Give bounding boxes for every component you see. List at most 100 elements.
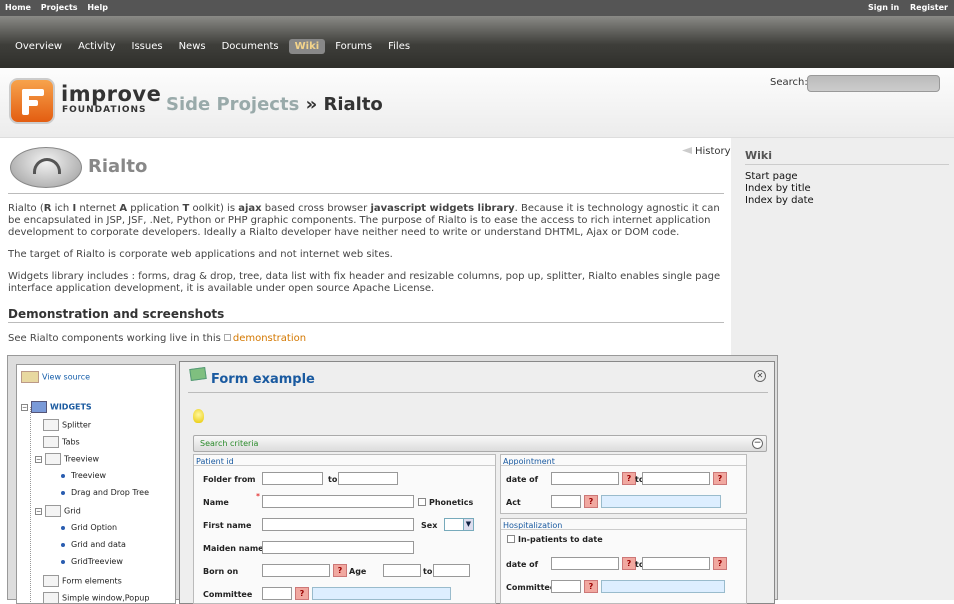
help-icon[interactable]: ? [295, 587, 309, 600]
tree-node[interactable]: Form elements [43, 575, 122, 587]
tree-node[interactable]: Grid and data [61, 540, 126, 549]
tree-node[interactable]: − WIDGETS [21, 401, 92, 413]
hospital-date-to-input[interactable] [642, 557, 710, 570]
dropdown-arrow-icon: ▼ [463, 519, 473, 530]
tree-node[interactable]: Tabs [43, 436, 80, 448]
history-link[interactable]: History [682, 146, 731, 157]
menu-tab-issues[interactable]: Issues [126, 39, 169, 54]
improve-logo[interactable] [9, 78, 55, 124]
help-icon[interactable]: ? [713, 472, 727, 485]
top-link-projects[interactable]: Projects [41, 3, 78, 12]
tree-node[interactable]: − Treeview [35, 453, 99, 465]
help-icon[interactable]: ? [584, 580, 598, 593]
menu-tab-forums[interactable]: Forums [329, 39, 378, 54]
component-icon [43, 575, 59, 587]
tree-node-label: Form elements [62, 576, 122, 586]
search-criteria-bar[interactable]: Search criteria − [193, 435, 767, 452]
bullet-icon [61, 473, 65, 478]
menu-tab-documents[interactable]: Documents [216, 39, 285, 54]
collapse-icon[interactable]: − [21, 403, 28, 411]
title-separator: » [299, 94, 324, 115]
sidebar-link-index-by-date[interactable]: Index by date [745, 195, 814, 207]
collapse-icon[interactable]: − [35, 507, 42, 515]
folder-from-input[interactable] [262, 472, 323, 485]
book-icon [21, 371, 39, 383]
help-icon[interactable]: ? [622, 557, 636, 570]
tree-node-label: Treeview [64, 454, 100, 464]
rialto-logo-title: Rialto [88, 156, 148, 177]
tree-node[interactable]: Treeview [61, 471, 106, 480]
folder-to-input[interactable] [338, 472, 398, 485]
collapse-icon[interactable]: − [35, 455, 42, 463]
bullet-icon [61, 525, 65, 530]
lightbulb-icon [193, 409, 204, 423]
page-title: Side Projects » Rialto [166, 94, 383, 115]
close-icon[interactable]: ✕ [754, 370, 766, 382]
tree-node[interactable]: Splitter [43, 419, 91, 431]
sex-select[interactable]: ▼ [444, 518, 474, 531]
sign-in-link[interactable]: Sign in [868, 3, 899, 12]
bullet-icon [61, 559, 65, 564]
register-link[interactable]: Register [910, 3, 948, 12]
sidebar-title: Wiki [745, 149, 772, 162]
in-patients-checkbox[interactable] [507, 535, 515, 543]
history-label: History [695, 146, 731, 157]
tree-node[interactable]: Grid Option [61, 523, 117, 532]
component-icon [43, 436, 59, 448]
name-input[interactable] [262, 495, 414, 508]
first-name-input[interactable] [262, 518, 414, 531]
widgets-paragraph: Widgets library includes : forms, drag &… [8, 271, 721, 294]
menu-tab-news[interactable]: News [173, 39, 212, 54]
history-icon [682, 147, 692, 154]
component-icon [43, 419, 59, 431]
age-to-input[interactable] [433, 564, 470, 577]
age-from-input[interactable] [383, 564, 421, 577]
main-menu: Overview Activity Issues News Documents Wiki F… [0, 16, 954, 68]
rialto-screenshot: View source − WIDGETS Splitter Tabs − Treevie… [7, 355, 778, 604]
help-icon[interactable]: ? [713, 557, 727, 570]
sidebar-link-start-page[interactable]: Start page [745, 171, 814, 183]
tree-node[interactable]: Simple window,Popup [43, 592, 149, 604]
maiden-name-input[interactable] [262, 541, 414, 554]
brand-subtitle: FOUNDATIONS [62, 105, 147, 115]
hospital-committee-name-input[interactable] [601, 580, 725, 593]
target-paragraph: The target of Rialto is corporate web ap… [8, 249, 393, 260]
top-link-home[interactable]: Home [5, 3, 31, 12]
help-icon[interactable]: ? [584, 495, 598, 508]
act-name-input[interactable] [601, 495, 721, 508]
help-icon[interactable]: ? [622, 472, 636, 485]
brand-name: improve [61, 82, 162, 106]
search-input[interactable] [807, 75, 940, 92]
act-code-input[interactable] [551, 495, 581, 508]
top-link-help[interactable]: Help [87, 3, 108, 12]
parent-project-link[interactable]: Side Projects [166, 94, 299, 115]
menu-tab-activity[interactable]: Activity [72, 39, 121, 54]
tree-node[interactable]: Drag and Drop Tree [61, 488, 149, 497]
widgets-tree-panel: View source − WIDGETS Splitter Tabs − Treevie… [16, 364, 176, 604]
external-link-icon [223, 334, 231, 341]
committee-name-input[interactable] [312, 587, 451, 600]
appointment-date-to-input[interactable] [642, 472, 710, 485]
component-icon [45, 505, 61, 517]
tree-node-label: GridTreeview [71, 557, 123, 566]
form-icon [189, 366, 207, 382]
born-on-input[interactable] [262, 564, 330, 577]
demonstration-link[interactable]: demonstration [233, 333, 306, 344]
hospital-committee-code-input[interactable] [551, 580, 581, 593]
phonetics-checkbox[interactable] [418, 498, 426, 506]
committee-code-input[interactable] [262, 587, 292, 600]
sidebar-link-index-by-title[interactable]: Index by title [745, 183, 814, 195]
tree-node[interactable]: GridTreeview [61, 557, 123, 566]
menu-tab-wiki[interactable]: Wiki [288, 39, 326, 54]
rialto-logo [10, 147, 82, 188]
demo-paragraph: See Rialto components working live in th… [8, 333, 307, 344]
view-source-link[interactable]: View source [21, 371, 90, 383]
component-icon [45, 453, 61, 465]
collapse-icon[interactable]: − [752, 438, 763, 449]
hospital-date-from-input[interactable] [551, 557, 619, 570]
help-icon[interactable]: ? [333, 564, 347, 577]
menu-tab-files[interactable]: Files [382, 39, 416, 54]
tree-node[interactable]: − Grid [35, 505, 81, 517]
menu-tab-overview[interactable]: Overview [9, 39, 68, 54]
appointment-date-from-input[interactable] [551, 472, 619, 485]
